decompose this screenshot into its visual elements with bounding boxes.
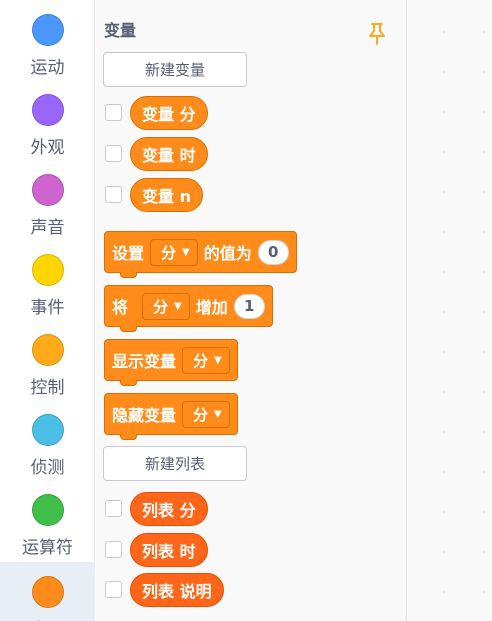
block-text: 增加: [195, 298, 228, 317]
show-variable-block[interactable]: 显示变量 分 ▼: [104, 339, 238, 386]
category-variables[interactable]: 变量: [0, 562, 95, 621]
variable-reporter[interactable]: 变量 n: [130, 178, 203, 212]
variable-dropdown[interactable]: 分 ▼: [142, 292, 190, 320]
category-operators[interactable]: 运算符: [0, 480, 95, 560]
variable-checkbox[interactable]: [105, 145, 122, 162]
list-reporter[interactable]: 列表 分: [130, 492, 208, 526]
category-label: 事件: [30, 298, 65, 318]
variable-checkbox[interactable]: [105, 186, 122, 203]
value-input[interactable]: 1: [233, 293, 265, 319]
category-looks[interactable]: 外观: [0, 80, 95, 160]
new-list-button[interactable]: 新建列表: [103, 446, 247, 481]
dropdown-value: 分: [161, 243, 177, 262]
list-reporter[interactable]: 列表 时: [130, 533, 208, 567]
block-text: 显示变量: [112, 352, 177, 371]
category-variables-dot: [31, 576, 64, 608]
category-operators-dot: [31, 494, 64, 526]
change-variable-block[interactable]: 将 分 ▼ 增加 1: [104, 285, 273, 332]
category-label: 运算符: [22, 538, 73, 558]
category-sound[interactable]: 声音: [0, 160, 95, 240]
category-sensing[interactable]: 侦测: [0, 400, 95, 480]
block-notch: [120, 326, 137, 332]
pin-icon[interactable]: [366, 22, 388, 46]
block-notch: [120, 272, 137, 278]
category-sensing-dot: [31, 414, 64, 446]
variable-dropdown[interactable]: 分 ▼: [150, 238, 198, 266]
category-looks-dot: [31, 94, 64, 126]
block-notch: [120, 380, 137, 386]
category-label: 变量: [31, 615, 65, 621]
variable-checkbox[interactable]: [105, 104, 122, 121]
list-checkbox[interactable]: [105, 500, 122, 517]
dropdown-value: 分: [193, 351, 209, 370]
block-text: 将: [112, 298, 129, 317]
dropdown-arrow-icon: ▼: [174, 300, 182, 312]
category-motion[interactable]: 运动: [0, 0, 95, 80]
category-label: 运动: [30, 58, 65, 78]
dropdown-arrow-icon: ▼: [214, 354, 222, 366]
variable-dropdown[interactable]: 分 ▼: [182, 346, 230, 374]
block-palette: 变量 新建变量 变量 分 变量 时 变量 n 设置 分 ▼ 的值为 0 将 分 ▼: [96, 0, 407, 621]
category-control[interactable]: 控制: [0, 320, 95, 400]
list-checkbox[interactable]: [105, 541, 122, 558]
category-events-dot: [31, 254, 64, 286]
block-text: 的值为: [203, 244, 252, 263]
category-label: 外观: [30, 138, 65, 158]
category-label: 侦测: [30, 458, 65, 478]
value-input[interactable]: 0: [257, 239, 289, 265]
script-workspace[interactable]: [408, 0, 492, 621]
dropdown-value: 分: [193, 405, 209, 424]
list-reporter[interactable]: 列表 说明: [130, 573, 224, 607]
category-label: 控制: [30, 378, 65, 398]
section-title: 变量: [104, 21, 137, 40]
dropdown-arrow-icon: ▼: [214, 408, 222, 420]
set-variable-block[interactable]: 设置 分 ▼ 的值为 0: [104, 231, 297, 278]
category-motion-dot: [31, 14, 64, 46]
category-events[interactable]: 事件: [0, 240, 95, 320]
scratch-editor: 运动 外观 声音 事件 控制 侦测 运算符 变量 新建变量 变量 分 变量 时 …: [0, 0, 492, 621]
block-text: 隐藏变量: [112, 406, 177, 425]
category-control-dot: [31, 334, 64, 366]
variable-dropdown[interactable]: 分 ▼: [182, 400, 230, 428]
block-text: 设置: [112, 244, 145, 263]
block-notch: [120, 434, 137, 440]
list-checkbox[interactable]: [105, 581, 122, 598]
category-label: 声音: [30, 218, 65, 238]
variable-reporter[interactable]: 变量 时: [130, 137, 208, 171]
category-menu: 运动 外观 声音 事件 控制 侦测 运算符 变量: [0, 0, 95, 621]
dropdown-value: 分: [153, 297, 169, 316]
hide-variable-block[interactable]: 隐藏变量 分 ▼: [104, 393, 238, 440]
category-sound-dot: [31, 174, 64, 206]
new-variable-button[interactable]: 新建变量: [103, 52, 247, 87]
variable-reporter[interactable]: 变量 分: [130, 96, 208, 130]
dropdown-arrow-icon: ▼: [182, 246, 190, 258]
